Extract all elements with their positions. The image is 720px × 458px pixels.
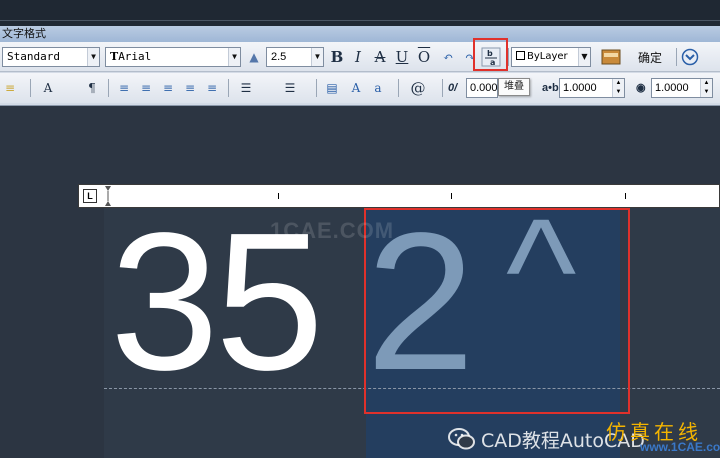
- oblique-icon: 0/: [448, 82, 458, 94]
- chevron-down-icon[interactable]: ▼: [228, 48, 240, 66]
- italic-button[interactable]: I: [348, 47, 368, 67]
- height-combo[interactable]: 2.5 ▼: [266, 47, 324, 67]
- divider: [0, 20, 720, 21]
- options-icon[interactable]: [681, 48, 701, 68]
- corner-watermark-en: www.1CAE.com: [640, 440, 720, 454]
- symbol-icon[interactable]: @: [408, 78, 428, 98]
- divider: [398, 79, 399, 97]
- stack-button-highlight: [473, 38, 508, 71]
- stack-tooltip: 堆叠: [498, 78, 530, 96]
- top-strip: [0, 0, 720, 26]
- tracking-value: 1.0000: [563, 82, 597, 94]
- justify-icon[interactable]: ≡: [180, 78, 200, 98]
- annotative-icon[interactable]: ▲: [244, 47, 264, 67]
- divider: [228, 79, 229, 97]
- undo-icon[interactable]: ↶: [438, 47, 458, 67]
- bold-button[interactable]: B: [327, 47, 347, 67]
- chevron-down-icon[interactable]: ▼: [578, 48, 590, 66]
- truetype-icon: T: [110, 50, 119, 63]
- align-left-icon[interactable]: ≡: [114, 78, 134, 98]
- font-value: Arial: [118, 50, 152, 63]
- lowercase-icon[interactable]: a: [368, 78, 388, 98]
- oblique-input[interactable]: 0.000: [466, 78, 498, 98]
- color-swatch: [516, 51, 525, 60]
- ok-button[interactable]: 确定: [632, 47, 668, 69]
- divider: [676, 48, 677, 66]
- color-value: ByLayer: [527, 51, 568, 62]
- tracking-input[interactable]: 1.0000 ▲ ▼: [559, 78, 625, 98]
- style-value: Standard: [7, 50, 60, 63]
- chevron-down-icon[interactable]: ▼: [87, 48, 99, 66]
- underline-button[interactable]: U: [392, 47, 412, 67]
- toolbar-row-2: ≡ A ¶ ≡ ≡ ≡ ≡ ≡ ☰ ☰ ▤ A a @ 0/ 0.000 a•b: [0, 73, 720, 103]
- width-input[interactable]: 1.0000 ▲ ▼: [651, 78, 713, 98]
- strikethrough-button[interactable]: A: [370, 47, 390, 67]
- wechat-icon: [448, 428, 475, 450]
- divider: [108, 79, 109, 97]
- panel-title: 文字格式: [0, 26, 720, 42]
- ruler-icon[interactable]: [601, 47, 621, 67]
- paragraph-icon[interactable]: ¶: [82, 78, 102, 98]
- width-factor-icon: ◉: [636, 82, 646, 94]
- width-value: 1.0000: [655, 82, 689, 94]
- tab-type-icon[interactable]: L: [83, 189, 97, 203]
- divider: [30, 79, 31, 97]
- site-watermark: 1CAE.COM: [270, 218, 395, 243]
- columns-icon[interactable]: ≡: [0, 78, 20, 98]
- toolbar-row-1: Standard ▼ TArial ▼ ▲ 2.5 ▼ B I A U O ↶ …: [0, 42, 720, 72]
- uppercase-icon[interactable]: A: [346, 78, 366, 98]
- line-spacing-icon[interactable]: ☰: [236, 78, 256, 98]
- align-center-icon[interactable]: ≡: [136, 78, 156, 98]
- divider: [442, 79, 443, 97]
- overline-button[interactable]: O: [414, 47, 434, 67]
- ruler-tick: [625, 193, 626, 199]
- divider: [508, 48, 509, 66]
- color-combo[interactable]: ByLayer ▼: [511, 47, 591, 67]
- spinner-arrows-icon[interactable]: ▲ ▼: [700, 79, 712, 97]
- numbering-icon[interactable]: ☰: [280, 78, 300, 98]
- height-value: 2.5: [271, 51, 287, 63]
- chevron-down-icon[interactable]: ▼: [311, 48, 323, 66]
- align-right-icon[interactable]: ≡: [158, 78, 178, 98]
- font-combo[interactable]: TArial ▼: [105, 47, 241, 67]
- text-formatting-panel: 文字格式 Standard ▼ TArial ▼ ▲ 2.5 ▼ B I A U…: [0, 26, 720, 106]
- spinner-arrows-icon[interactable]: ▲ ▼: [612, 79, 624, 97]
- app-root: 文字格式 Standard ▼ TArial ▼ ▲ 2.5 ▼ B I A U…: [0, 0, 720, 458]
- justification-icon[interactable]: A: [38, 78, 58, 98]
- divider: [316, 79, 317, 97]
- selection-highlight: [364, 208, 630, 414]
- oblique-value: 0.000: [470, 82, 498, 94]
- style-combo[interactable]: Standard ▼: [2, 47, 100, 67]
- insert-field-icon[interactable]: ▤: [322, 78, 342, 98]
- tracking-icon: a•b: [542, 82, 559, 94]
- distribute-icon[interactable]: ≡: [202, 78, 222, 98]
